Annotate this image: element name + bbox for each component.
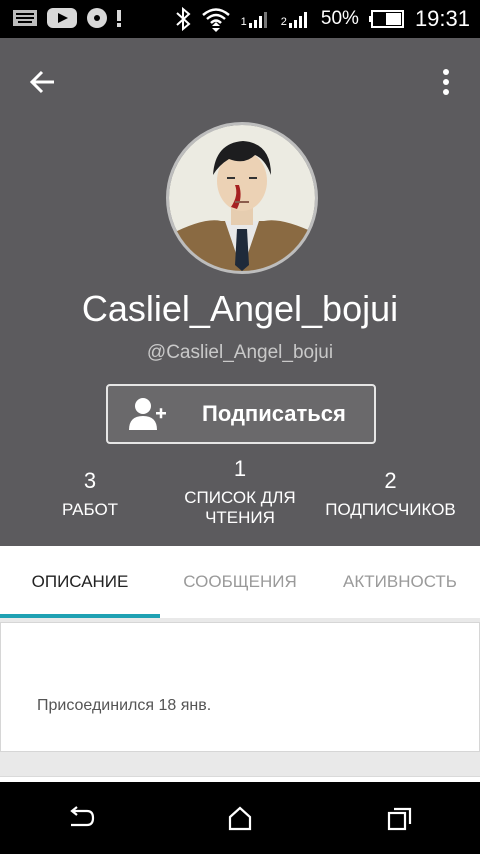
tab-activity[interactable]: АКТИВНОСТЬ (320, 546, 480, 618)
youtube-icon (47, 8, 77, 28)
nav-home-icon (228, 806, 252, 831)
arrow-left-icon (29, 70, 54, 94)
bluetooth-icon (175, 6, 191, 32)
stat-value: 3 (83, 468, 97, 493)
stat-followers[interactable]: 2 ПОДПИСЧИКОВ (318, 468, 463, 520)
about-card: Присоединился 18 янв. (0, 622, 480, 752)
signal-1-label: 1 (240, 16, 247, 28)
nav-home-button[interactable] (160, 782, 320, 854)
stat-reading-lists[interactable]: 1 СПИСОК ДЛЯ ЧТЕНИЯ (165, 456, 315, 528)
nav-back-icon (70, 806, 95, 827)
stat-label: РАБОТ (61, 500, 119, 519)
status-bar-system: 1 2 50% 19:31 (175, 6, 470, 32)
profile-handle: @Casliel_Angel_bojui (146, 342, 334, 363)
wifi-icon (201, 8, 230, 32)
tab-messages[interactable]: СООБЩЕНИЯ (160, 546, 320, 618)
stat-works[interactable]: 3 РАБОТ (30, 468, 150, 520)
nav-back-button[interactable] (0, 782, 160, 854)
clock: 19:31 (414, 6, 470, 31)
avatar[interactable] (166, 122, 318, 274)
joined-date: Присоединился 18 янв. (37, 697, 212, 714)
battery-percent: 50% (320, 8, 359, 29)
battery-icon (368, 10, 404, 28)
back-button[interactable] (24, 64, 60, 100)
keyboard-icon (13, 10, 37, 26)
disc-icon (87, 8, 107, 28)
stat-label: СПИСОК ДЛЯ ЧТЕНИЯ (184, 488, 296, 527)
tab-about[interactable]: ОПИСАНИЕ (0, 546, 160, 618)
add-person-icon (108, 396, 186, 432)
tab-label: ОПИСАНИЕ (31, 572, 129, 591)
signal-1-icon: 1 (241, 10, 271, 28)
follow-button[interactable]: Подписаться (106, 384, 376, 444)
stat-value: 2 (384, 468, 397, 493)
alert-icon (117, 10, 121, 27)
system-navigation-bar (0, 782, 480, 854)
active-tab-indicator (0, 614, 160, 618)
tab-label: СООБЩЕНИЯ (183, 572, 297, 591)
tab-label: АКТИВНОСТЬ (343, 572, 457, 591)
profile-username: Casliel_Angel_bojui (81, 288, 399, 329)
profile-stats: 3 РАБОТ 1 СПИСОК ДЛЯ ЧТЕНИЯ 2 ПОДПИСЧИКО… (0, 456, 480, 540)
profile-tabs: ОПИСАНИЕ СООБЩЕНИЯ АКТИВНОСТЬ (0, 546, 480, 618)
more-options-button[interactable] (434, 64, 458, 100)
status-bar: 1 2 50% 19:31 (0, 0, 480, 38)
more-vert-icon (443, 69, 449, 95)
nav-recents-icon (387, 807, 412, 831)
avatar-portrait-image (169, 125, 315, 271)
follow-button-label: Подписаться (202, 401, 346, 426)
nav-recents-button[interactable] (320, 782, 480, 854)
signal-2-label: 2 (280, 16, 287, 28)
status-bar-notifications (12, 7, 122, 29)
stat-value: 1 (233, 456, 247, 481)
profile-header: Casliel_Angel_bojui @Casliel_Angel_bojui… (0, 38, 480, 546)
signal-2-icon: 2 (281, 10, 311, 28)
stat-label: ПОДПИСЧИКОВ (325, 500, 456, 519)
